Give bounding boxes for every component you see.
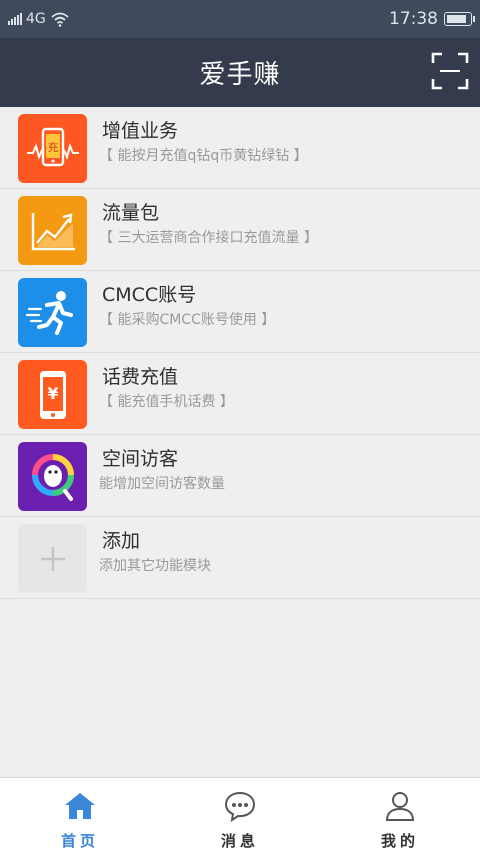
tile-cmcc-account [18,278,87,347]
item-title: CMCC账号 [102,284,197,306]
phone-recharge-icon: 充 [26,127,79,166]
tab-label: 首页 [60,832,99,850]
item-desc: 添加其它功能模块 [99,558,211,574]
item-title: 增值业务 [102,120,179,142]
add-module-tile[interactable] [18,524,87,593]
item-desc: 【 能充值手机话费 】 [99,394,234,410]
item-title: 流量包 [102,202,160,224]
list-item-cmcc-account[interactable]: CMCC账号 【 能采购CMCC账号使用 】 [0,271,480,353]
list-item-space-visitors[interactable]: 空间访客 能增加空间访客数量 [0,435,480,517]
list-item-data-package[interactable]: 流量包 【 三大运营商合作接口充值流量 】 [0,189,480,271]
battery-icon [444,12,475,26]
wifi-icon [51,12,69,27]
tile-data-package [18,196,87,265]
signal-icon [8,13,22,25]
tab-profile[interactable]: 我的 [320,778,480,854]
item-title: 空间访客 [102,448,179,470]
status-left: 4G [8,11,70,27]
tab-label: 消息 [220,832,259,850]
phone-yuan-icon: ¥ [39,370,66,419]
tab-label: 我的 [380,832,419,850]
tab-messages[interactable]: 消息 [160,778,320,854]
plus-icon [40,546,65,571]
network-type: 4G [26,11,46,27]
list-item-add-module[interactable]: 添加 添加其它功能模块 [0,517,480,599]
chat-bubble-icon [224,791,256,822]
qq-penguin-icon [31,453,74,501]
item-desc: 【 能采购CMCC账号使用 】 [99,312,276,328]
scan-frame-icon[interactable] [431,52,469,90]
tile-phone-recharge: ¥ [18,360,87,429]
service-list: 充 增值业务 【 能按月充值q钻q币黄钻绿钻 】 流量包 【 三大运营商合作接口… [0,107,480,599]
svg-text:充: 充 [47,140,58,154]
chart-growth-icon [31,212,75,250]
item-title: 添加 [102,530,141,552]
svg-text:¥: ¥ [47,384,58,403]
page-title: 爱手赚 [199,60,281,90]
home-icon [65,793,95,819]
item-desc: 【 三大运营商合作接口充值流量 】 [99,230,318,246]
tab-home[interactable]: 首页 [0,778,160,854]
status-right: 17:38 [389,9,475,29]
clock: 17:38 [389,9,438,29]
list-item-phone-recharge[interactable]: ¥ 话费充值 【 能充值手机话费 】 [0,353,480,435]
tile-space-visitors [18,442,87,511]
item-title: 话费充值 [102,366,179,388]
app-header: 爱手赚 [0,38,480,107]
list-item-value-added[interactable]: 充 增值业务 【 能按月充值q钻q币黄钻绿钻 】 [0,107,480,189]
running-man-icon [25,290,73,335]
user-icon [385,792,415,821]
bottom-tab-bar: 首页 消息 我的 [0,777,480,854]
item-desc: 【 能按月充值q钻q币黄钻绿钻 】 [99,148,308,164]
item-desc: 能增加空间访客数量 [99,476,225,492]
tile-value-added: 充 [18,114,87,183]
status-bar: 4G 17:38 [0,0,480,38]
